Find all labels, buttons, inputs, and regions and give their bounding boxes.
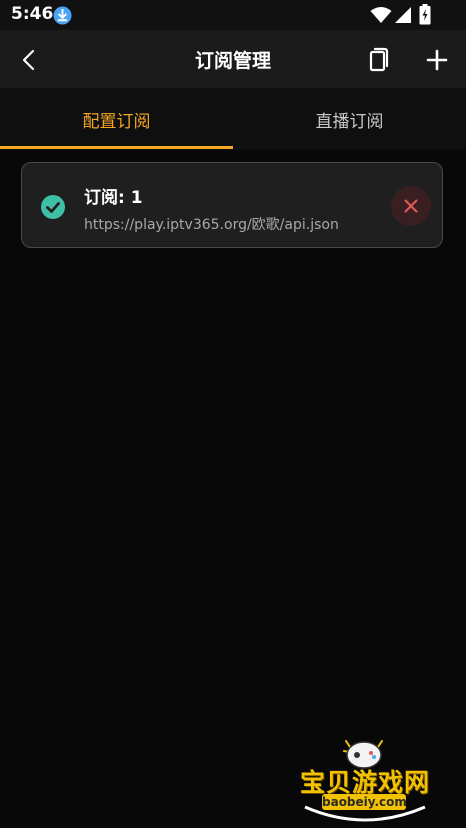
add-button[interactable] — [421, 44, 453, 76]
watermark: 宝贝游戏网 baobeiy.com — [290, 735, 440, 825]
status-time: 5:46 — [11, 4, 54, 24]
tab-indicator — [0, 146, 233, 149]
copy-button[interactable] — [362, 44, 394, 76]
check-circle-icon[interactable] — [40, 194, 66, 220]
close-icon — [404, 199, 418, 213]
subscription-url: https://play.iptv365.org/欧歌/api.json — [84, 217, 339, 233]
download-icon — [53, 6, 72, 25]
tab-bar: 配置订阅 直播订阅 — [0, 88, 466, 150]
subscription-card[interactable]: 订阅: 1 https://play.iptv365.org/欧歌/api.js… — [21, 162, 443, 248]
status-bar: 5:46 — [0, 0, 466, 30]
tab-live-subscription[interactable]: 直播订阅 — [233, 88, 466, 150]
wifi-icon — [370, 7, 392, 23]
signal-icon — [395, 7, 411, 23]
subscription-name: 订阅: 1 — [84, 188, 143, 208]
page-title: 订阅管理 — [194, 50, 271, 72]
tab-config-subscription[interactable]: 配置订阅 — [0, 88, 233, 150]
delete-button[interactable] — [391, 186, 431, 226]
copy-icon — [369, 47, 389, 72]
watermark-arc — [304, 805, 426, 822]
plus-icon — [426, 49, 448, 71]
battery-icon — [419, 4, 431, 25]
app-bar: 订阅管理 — [0, 30, 466, 88]
